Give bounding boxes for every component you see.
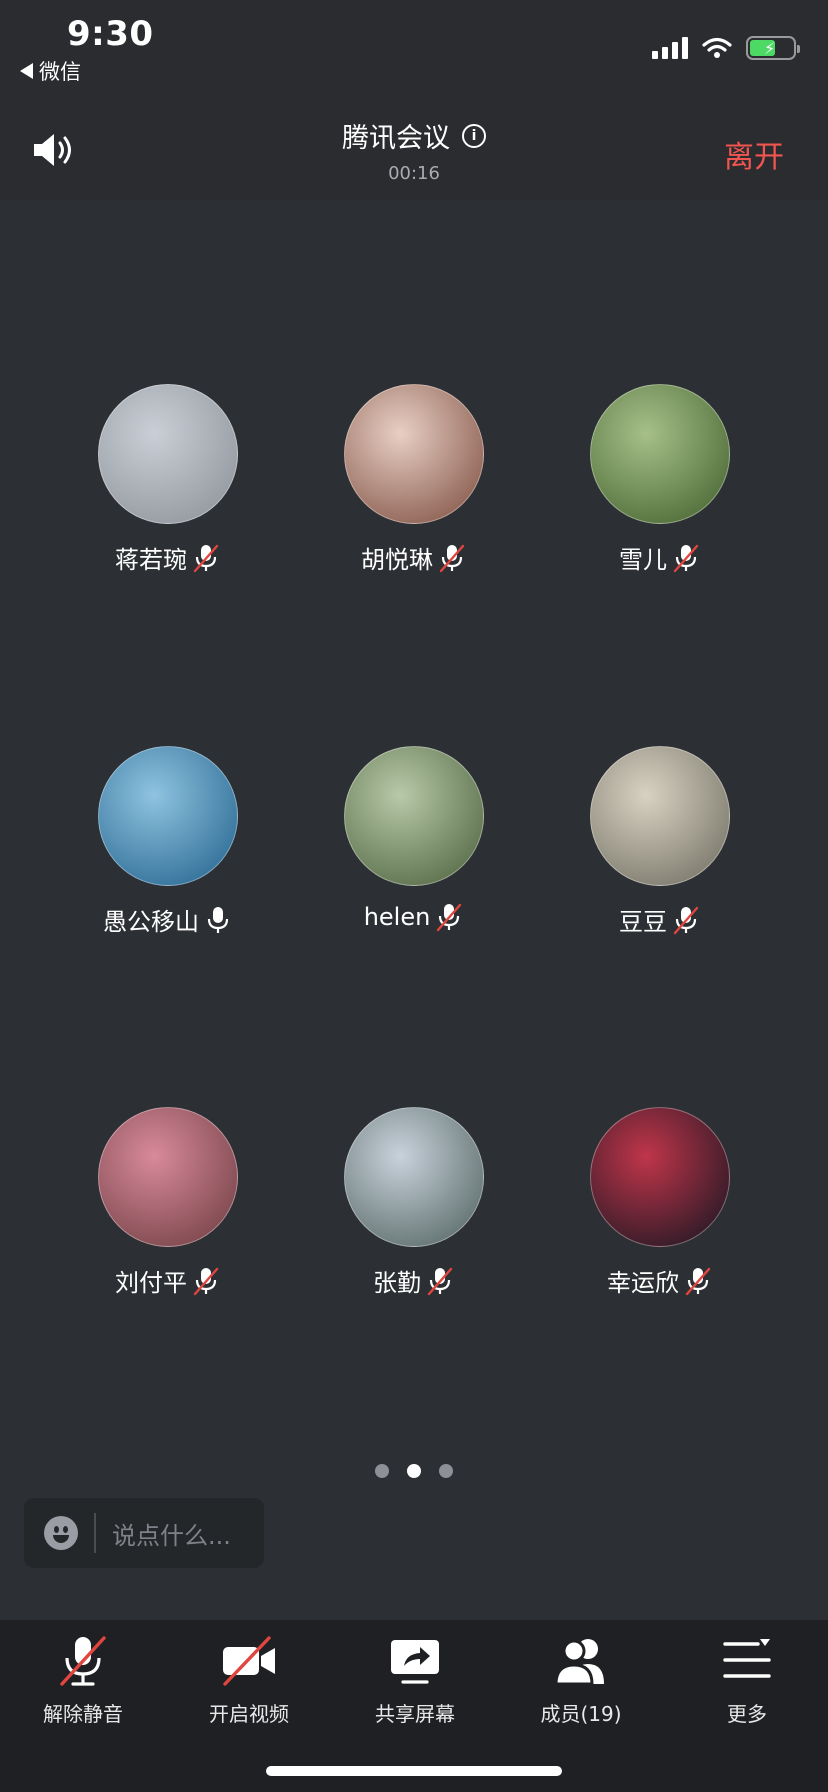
participant-tile[interactable]: 豆豆 [550, 746, 770, 937]
mic-muted-icon [673, 544, 699, 572]
participant-tile[interactable]: 幸运欣 [550, 1107, 770, 1298]
participant-tile[interactable]: 愚公移山 [58, 746, 278, 937]
participant-name: 胡悦琳 [361, 546, 433, 574]
mic-muted-icon [437, 903, 462, 932]
participant-tile[interactable]: 雪儿 [550, 384, 770, 575]
participant-avatar [590, 1107, 730, 1247]
mic-muted-icon [685, 1267, 711, 1295]
meeting-title: 腾讯会议 [342, 123, 450, 154]
page-dot[interactable] [439, 1464, 453, 1478]
more-icon [723, 1639, 771, 1678]
status-time: 9:30 [67, 14, 154, 54]
participant-avatar [98, 384, 238, 524]
participant-avatar [590, 384, 730, 524]
participant-tile[interactable]: 胡悦琳 [304, 384, 524, 575]
back-triangle-icon [20, 63, 33, 79]
participant-avatar [344, 746, 484, 886]
more-button[interactable]: 更多 [664, 1634, 828, 1727]
mic-muted-icon [60, 1636, 106, 1686]
participant-avatar [344, 1107, 484, 1247]
participant-avatar [344, 384, 484, 524]
back-to-app-link[interactable]: 微信 [20, 56, 81, 86]
mic-muted-icon [193, 544, 219, 572]
participant-name: 愚公移山 [103, 908, 199, 936]
mic-muted-icon [673, 906, 699, 934]
participant-avatar [98, 1107, 238, 1247]
info-icon[interactable]: i [462, 123, 486, 148]
share-screen-label: 共享屏幕 [375, 1702, 455, 1726]
participant-name: 张勤 [373, 1269, 421, 1297]
participant-name: 豆豆 [619, 908, 667, 936]
participant-tile[interactable]: 张勤 [304, 1107, 524, 1298]
chat-divider [94, 1513, 96, 1553]
participant-name: 刘付平 [115, 1269, 187, 1297]
members-icon [554, 1639, 604, 1686]
chat-placeholder: 说点什么... [112, 1521, 231, 1550]
start-video-label: 开启视频 [209, 1702, 289, 1726]
home-indicator[interactable] [266, 1766, 562, 1776]
participant-avatar [98, 746, 238, 886]
mic-muted-icon [439, 544, 465, 572]
page-dot[interactable] [375, 1464, 389, 1478]
members-label: 成员(19) [540, 1702, 622, 1726]
back-app-label: 微信 [39, 60, 81, 84]
participant-name: 雪儿 [619, 546, 667, 574]
participant-name: helen [363, 903, 431, 931]
participant-tile[interactable]: helen [304, 746, 524, 932]
page-indicator [0, 1464, 828, 1478]
meeting-timer: 00:16 [388, 163, 440, 184]
participant-tile[interactable]: 刘付平 [58, 1107, 278, 1298]
wifi-icon [702, 37, 732, 58]
mic-muted-icon [193, 1267, 219, 1295]
mic-icon [207, 906, 229, 933]
start-video-button[interactable]: 开启视频 [166, 1634, 332, 1727]
share-screen-button[interactable]: 共享屏幕 [332, 1634, 498, 1727]
meeting-header: 腾讯会议 i 00:16 离开 [0, 96, 828, 200]
share-screen-icon [391, 1640, 439, 1684]
members-button[interactable]: 成员(19) [498, 1634, 664, 1727]
battery-icon: ⚡ [746, 36, 800, 60]
chat-input[interactable]: 说点什么... [24, 1498, 264, 1568]
page-dot[interactable] [407, 1464, 421, 1478]
more-label: 更多 [727, 1702, 767, 1726]
emoji-icon[interactable] [44, 1516, 78, 1550]
participant-name: 蒋若琬 [115, 546, 187, 574]
cellular-signal-icon [652, 37, 688, 59]
status-bar: 9:30 微信 ⚡ [0, 0, 828, 96]
participant-name: 幸运欣 [607, 1269, 679, 1297]
mic-muted-icon [427, 1267, 453, 1295]
unmute-button[interactable]: 解除静音 [0, 1634, 166, 1727]
unmute-label: 解除静音 [43, 1702, 123, 1726]
participant-avatar [590, 746, 730, 886]
leave-button[interactable]: 离开 [724, 132, 784, 176]
status-icons: ⚡ [652, 36, 800, 60]
video-off-icon [223, 1636, 275, 1686]
participant-tile[interactable]: 蒋若琬 [58, 384, 278, 575]
